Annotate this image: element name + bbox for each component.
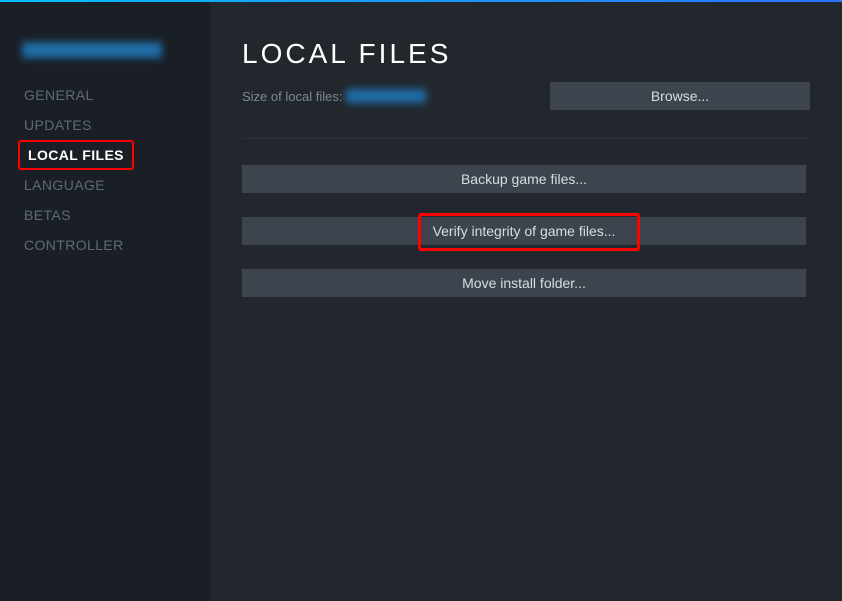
sidebar-item-general[interactable]: GENERAL [0, 80, 210, 110]
verify-button[interactable]: Verify integrity of game files... [242, 217, 806, 245]
sidebar-item-controller[interactable]: CONTROLLER [0, 230, 210, 260]
size-label: Size of local files: [242, 89, 342, 104]
size-row: Size of local files: Browse... [242, 82, 810, 110]
divider [242, 138, 810, 139]
move-button[interactable]: Move install folder... [242, 269, 806, 297]
app-title-redacted [22, 42, 162, 58]
backup-button[interactable]: Backup game files... [242, 165, 806, 193]
page-title: LOCAL FILES [242, 38, 810, 70]
browse-button[interactable]: Browse... [550, 82, 810, 110]
size-value-redacted [346, 89, 426, 103]
sidebar-nav: GENERAL UPDATES LOCAL FILES LANGUAGE BET… [0, 80, 210, 260]
verify-button-wrap: Verify integrity of game files... [242, 217, 806, 245]
sidebar-item-betas[interactable]: BETAS [0, 200, 210, 230]
main-panel: LOCAL FILES Size of local files: Browse.… [210, 2, 842, 601]
sidebar-item-language[interactable]: LANGUAGE [0, 170, 210, 200]
sidebar-item-local-files[interactable]: LOCAL FILES [18, 140, 134, 170]
sidebar: GENERAL UPDATES LOCAL FILES LANGUAGE BET… [0, 2, 210, 601]
sidebar-item-updates[interactable]: UPDATES [0, 110, 210, 140]
